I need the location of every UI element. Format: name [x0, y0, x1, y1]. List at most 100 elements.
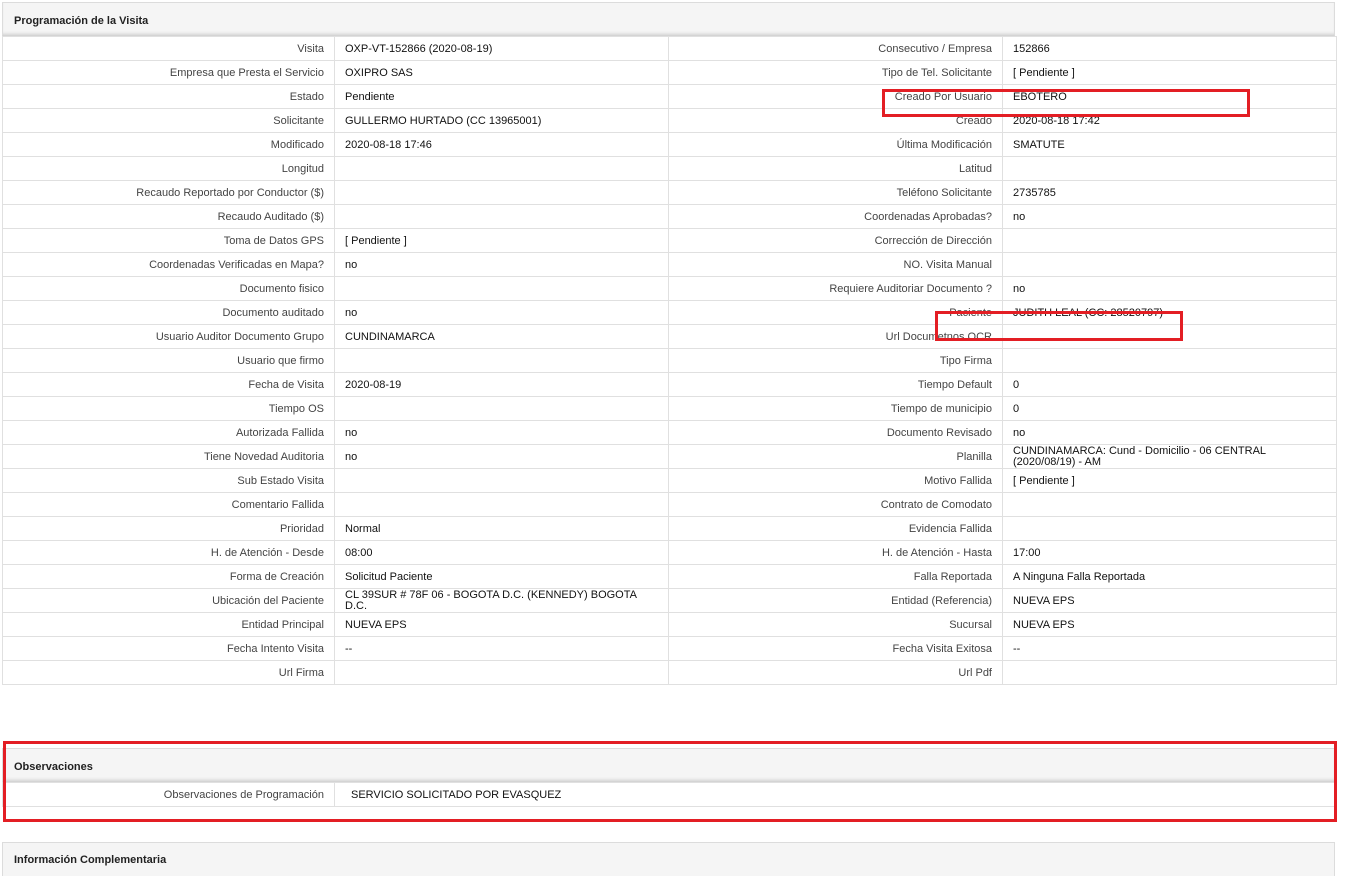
field-label: Modificado: [2, 132, 335, 157]
field-value: 2020-08-19: [334, 372, 669, 397]
field-label: Tipo de Tel. Solicitante: [668, 60, 1003, 85]
table-row: Prioridad Normal Evidencia Fallida: [2, 516, 1337, 541]
field-value: [334, 156, 669, 181]
field-label: Empresa que Presta el Servicio: [2, 60, 335, 85]
field-value: no: [1002, 420, 1337, 445]
field-value: --: [1002, 636, 1337, 661]
table-row: Ubicación del Paciente CL 39SUR # 78F 06 …: [2, 588, 1337, 613]
table-row: Visita OXP-VT-152866 (2020-08-19) Consecut…: [2, 36, 1337, 61]
table-row: Documento auditado no Paciente JUDITH LEAL…: [2, 300, 1337, 325]
table-row: Modificado 2020-08-18 17:46 Última Modific…: [2, 132, 1337, 157]
field-label: Usuario que firmo: [2, 348, 335, 373]
field-value: 152866: [1002, 36, 1337, 61]
field-value: SMATUTE: [1002, 132, 1337, 157]
field-value: [1002, 324, 1337, 349]
field-value: [334, 396, 669, 421]
field-value: [ Pendiente ]: [1002, 60, 1337, 85]
field-label: Ubicación del Paciente: [2, 588, 335, 613]
table-row: Tiene Novedad Auditoria no Planilla CUNDIN…: [2, 444, 1337, 469]
field-label: Entidad (Referencia): [668, 588, 1003, 613]
field-label: Comentario Fallida: [2, 492, 335, 517]
field-value: A Ninguna Falla Reportada: [1002, 564, 1337, 589]
visit-details-table: Visita OXP-VT-152866 (2020-08-19) Consecut…: [2, 36, 1337, 685]
field-value: [1002, 492, 1337, 517]
field-value: 0: [1002, 396, 1337, 421]
field-value: [1002, 348, 1337, 373]
field-label: Requiere Auditoriar Documento ?: [668, 276, 1003, 301]
observaciones-table: Observaciones de Programación SERVICIO S…: [2, 782, 1337, 807]
field-value: Normal: [334, 516, 669, 541]
table-row: Usuario que firmo Tipo Firma: [2, 348, 1337, 373]
field-label: Entidad Principal: [2, 612, 335, 637]
section-title: Información Complementaria: [2, 842, 1335, 876]
field-value: [1002, 660, 1337, 685]
field-value: no: [334, 444, 669, 469]
field-value: GULLERMO HURTADO (CC 13965001): [334, 108, 669, 133]
field-value: [1002, 516, 1337, 541]
field-value: [334, 468, 669, 493]
field-label: Falla Reportada: [668, 564, 1003, 589]
table-row: Autorizada Fallida no Documento Revisado …: [2, 420, 1337, 445]
field-value: [ Pendiente ]: [334, 228, 669, 253]
field-value: 17:00: [1002, 540, 1337, 565]
field-label: Estado: [2, 84, 335, 109]
field-value: [334, 660, 669, 685]
field-value: NUEVA EPS: [334, 612, 669, 637]
observaciones-label: Observaciones de Programación: [2, 782, 335, 807]
field-label: Tiempo de municipio: [668, 396, 1003, 421]
section-title: Observaciones: [2, 748, 1335, 782]
field-label: Forma de Creación: [2, 564, 335, 589]
table-row: Url Firma Url Pdf: [2, 660, 1337, 685]
table-row: Solicitante GULLERMO HURTADO (CC 13965001…: [2, 108, 1337, 133]
field-label: Coordenadas Verificadas en Mapa?: [2, 252, 335, 277]
table-row: Toma de Datos GPS[ Pendiente ] Corrección…: [2, 228, 1337, 253]
table-row: Longitud Latitud: [2, 156, 1337, 181]
field-value: no: [334, 300, 669, 325]
field-value: no: [334, 420, 669, 445]
field-value: [334, 276, 669, 301]
field-value: 08:00: [334, 540, 669, 565]
field-value: [1002, 228, 1337, 253]
table-row: Recaudo Reportado por Conductor ($) Teléf…: [2, 180, 1337, 205]
field-value: Solicitud Paciente: [334, 564, 669, 589]
section-title: Programación de la Visita: [2, 2, 1335, 36]
table-row: Usuario Auditor Documento Grupo CUNDINAMA…: [2, 324, 1337, 349]
field-value: --: [334, 636, 669, 661]
field-value: 2020-08-18 17:46: [334, 132, 669, 157]
field-label: Corrección de Dirección: [668, 228, 1003, 253]
field-label: Documento auditado: [2, 300, 335, 325]
field-label: Url Pdf: [668, 660, 1003, 685]
field-value: [1002, 156, 1337, 181]
field-value: CUNDINAMARCA: Cund - Domicilio - 06 CENT…: [1002, 444, 1337, 469]
field-label: Longitud: [2, 156, 335, 181]
field-label: Teléfono Solicitante: [668, 180, 1003, 205]
field-label: Consecutivo / Empresa: [668, 36, 1003, 61]
field-label: Fecha Visita Exitosa: [668, 636, 1003, 661]
field-value: OXIPRO SAS: [334, 60, 669, 85]
field-label: Fecha de Visita: [2, 372, 335, 397]
field-value: [334, 348, 669, 373]
field-value: [ Pendiente ]: [1002, 468, 1337, 493]
table-row: Tiempo OS Tiempo de municipio 0: [2, 396, 1337, 421]
field-label: Motivo Fallida: [668, 468, 1003, 493]
table-row: Forma de Creación Solicitud Paciente Falla…: [2, 564, 1337, 589]
field-label: Recaudo Auditado ($): [2, 204, 335, 229]
field-label: Coordenadas Aprobadas?: [668, 204, 1003, 229]
field-value: [334, 204, 669, 229]
field-value: 2020-08-18 17:42: [1002, 108, 1337, 133]
field-value: CUNDINAMARCA: [334, 324, 669, 349]
section-programacion: Programación de la Visita Visita OXP-VT-1…: [2, 2, 1337, 685]
table-row: Documento fisico Requiere Auditoriar Docu…: [2, 276, 1337, 301]
table-row: Comentario Fallida Contrato de Comodato: [2, 492, 1337, 517]
field-label: Url Documetnos OCR: [668, 324, 1003, 349]
field-label: Recaudo Reportado por Conductor ($): [2, 180, 335, 205]
field-label: Creado Por Usuario: [668, 84, 1003, 109]
table-row: Fecha Intento Visita -- Fecha Visita Exit…: [2, 636, 1337, 661]
field-label: Tiempo Default: [668, 372, 1003, 397]
field-label: Toma de Datos GPS: [2, 228, 335, 253]
field-value: 2735785: [1002, 180, 1337, 205]
field-value: NUEVA EPS: [1002, 588, 1337, 613]
table-row: Coordenadas Verificadas en Mapa? no NO. V…: [2, 252, 1337, 277]
field-value: no: [1002, 204, 1337, 229]
field-label: Tiene Novedad Auditoria: [2, 444, 335, 469]
